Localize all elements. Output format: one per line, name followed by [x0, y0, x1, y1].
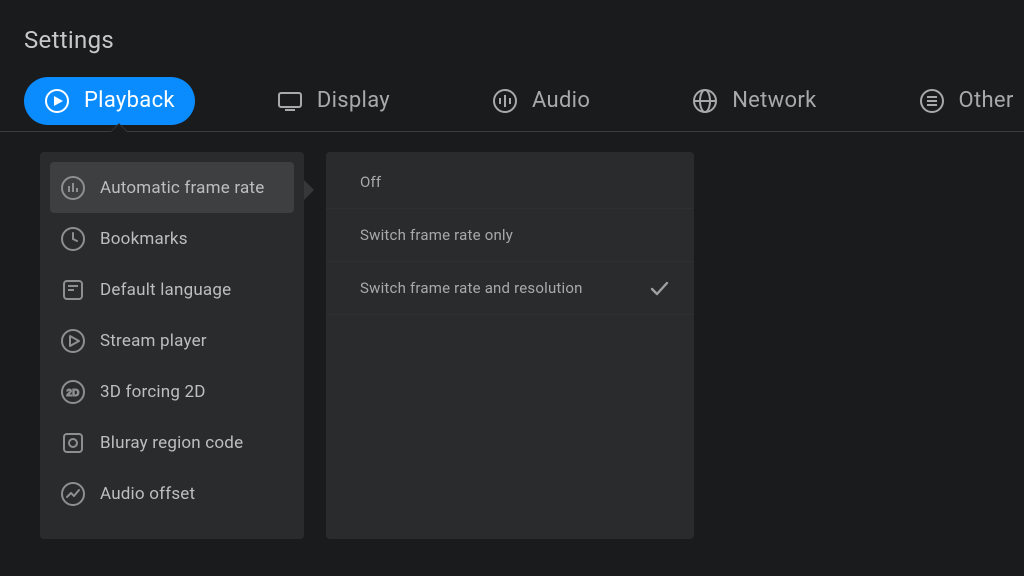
sidebar-item-auto-frame-rate[interactable]: Automatic frame rate — [50, 162, 294, 213]
clock-icon — [60, 226, 86, 252]
monitor-icon — [277, 88, 303, 114]
sidebar-item-label: Automatic frame rate — [100, 178, 264, 198]
sidebar-item-label: Default language — [100, 280, 231, 300]
page-title: Settings — [0, 0, 1024, 54]
tab-label: Network — [732, 88, 816, 113]
language-icon — [60, 277, 86, 303]
audio-bars-icon — [492, 88, 518, 114]
tab-label: Audio — [532, 88, 590, 113]
sidebar-item-stream-player[interactable]: Stream player — [50, 315, 294, 366]
bars-circle-icon — [60, 175, 86, 201]
option-label: Switch frame rate and resolution — [360, 279, 583, 297]
playback-settings-list: Automatic frame rate Bookmarks Default l… — [40, 152, 304, 539]
active-tab-pointer-icon — [110, 123, 128, 132]
check-icon — [648, 277, 670, 299]
frame-rate-options-panel: Off Switch frame rate only Switch frame … — [326, 152, 694, 539]
tab-display[interactable]: Display — [257, 77, 410, 125]
sidebar-item-label: Bookmarks — [100, 229, 188, 249]
panel-spacer — [326, 315, 694, 535]
svg-text:2D: 2D — [66, 388, 79, 399]
sidebar-item-label: Bluray region code — [100, 433, 243, 453]
option-switch-rate[interactable]: Switch frame rate only — [326, 209, 694, 262]
sidebar-item-default-language[interactable]: Default language — [50, 264, 294, 315]
settings-tabs: Playback Display Audio Network Other — [0, 70, 1024, 132]
2d-badge-icon: 2D — [60, 379, 86, 405]
play-circle-icon — [60, 328, 86, 354]
disc-icon — [60, 430, 86, 456]
tab-playback[interactable]: Playback — [24, 77, 195, 125]
sidebar-item-bluray-region[interactable]: Bluray region code — [50, 417, 294, 468]
tab-label: Other — [959, 88, 1014, 113]
tab-label: Playback — [84, 88, 175, 113]
settings-content: Automatic frame rate Bookmarks Default l… — [0, 132, 1024, 539]
sidebar-item-bookmarks[interactable]: Bookmarks — [50, 213, 294, 264]
option-switch-rate-res[interactable]: Switch frame rate and resolution — [326, 262, 694, 315]
sidebar-item-label: Audio offset — [100, 484, 195, 504]
chart-offset-icon — [60, 481, 86, 507]
option-label: Switch frame rate only — [360, 226, 513, 244]
play-circle-icon — [44, 88, 70, 114]
globe-icon — [692, 88, 718, 114]
option-label: Off — [360, 173, 381, 191]
tab-other[interactable]: Other — [899, 77, 1024, 125]
sidebar-item-audio-offset[interactable]: Audio offset — [50, 468, 294, 519]
option-off[interactable]: Off — [326, 156, 694, 209]
panel-pointer-icon — [304, 180, 314, 200]
list-icon — [919, 88, 945, 114]
sidebar-item-3d-forcing-2d[interactable]: 2D 3D forcing 2D — [50, 366, 294, 417]
sidebar-item-label: Stream player — [100, 331, 207, 351]
tab-audio[interactable]: Audio — [472, 77, 610, 125]
tab-network[interactable]: Network — [672, 77, 836, 125]
sidebar-item-label: 3D forcing 2D — [100, 382, 206, 402]
tab-label: Display — [317, 88, 390, 113]
